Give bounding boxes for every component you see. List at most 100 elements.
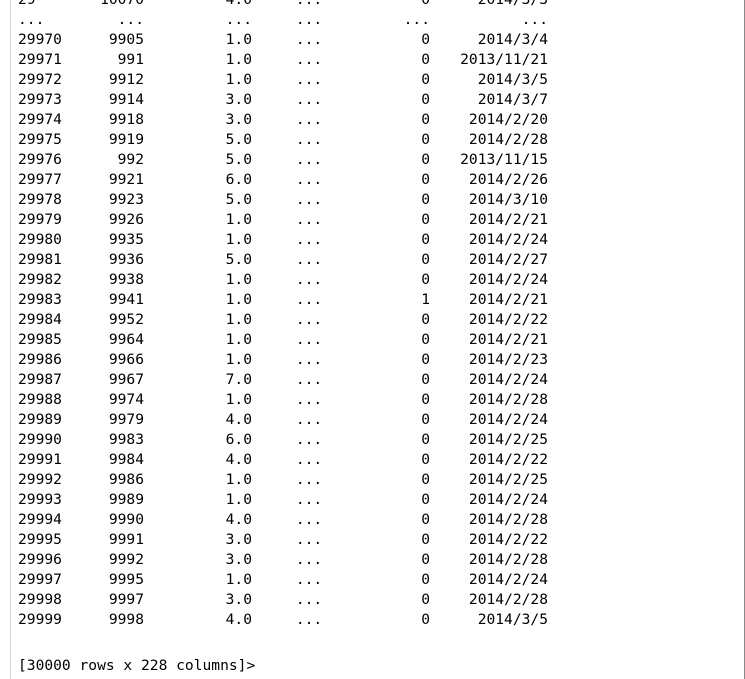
value-cell: 1.0 (225, 71, 252, 88)
id-cell: 9989 (108, 491, 144, 508)
date-cell: 2014/2/26 (468, 171, 548, 188)
flag-cell: 0 (421, 471, 430, 488)
id-cell: 9926 (108, 211, 144, 228)
value-cell: 1.0 (225, 291, 252, 308)
id-cell: 9941 (108, 291, 144, 308)
ellipsis-cell: ... (294, 0, 324, 10)
id-cell: 9935 (108, 231, 144, 248)
row-index-cell: 29978 (18, 191, 62, 208)
console-output[interactable]: 2910070 4.0... 0 2014/3/3..................… (0, 0, 745, 679)
table-row: 29976 992 5.0... 0 2013/11/15 (18, 150, 733, 170)
id-cell: 9991 (108, 531, 144, 548)
row-index-cell: 29972 (18, 71, 62, 88)
id-cell: 9995 (108, 571, 144, 588)
flag-cell: 0 (421, 331, 430, 348)
row-index-cell: 29982 (18, 271, 62, 288)
ellipsis-cell: ... (295, 211, 323, 228)
row-index-cell: 29975 (18, 131, 62, 148)
ellipsis-cell: ... (295, 371, 323, 388)
table-row: 29995 9991 3.0... 0 2014/2/22 (18, 530, 733, 550)
date-cell: 2014/3/3 (438, 0, 548, 10)
value-cell: 1.0 (225, 351, 252, 368)
id-cell: 9923 (108, 191, 144, 208)
flag-cell: 0 (421, 591, 430, 608)
value-cell: 1.0 (225, 231, 252, 248)
date-cell: 2014/2/20 (468, 111, 548, 128)
flag-cell: 0 (421, 231, 430, 248)
date-cell: 2014/2/27 (468, 251, 548, 268)
id-cell: 9992 (108, 551, 144, 568)
date-cell: 2014/2/24 (468, 411, 548, 428)
ellipsis-cell: ... (295, 331, 323, 348)
id-cell: 9921 (108, 171, 144, 188)
flag-cell: 0 (421, 191, 430, 208)
value-cell: 1.0 (225, 31, 252, 48)
row-index-cell: 29976 (18, 151, 62, 168)
ellipsis-cell: ... (295, 351, 323, 368)
value-cell: 3.0 (225, 531, 252, 548)
ellipsis-cell: ... (295, 171, 323, 188)
id-cell: 9997 (108, 591, 144, 608)
ellipsis-cell: ... (295, 291, 323, 308)
row-index-cell: 29992 (18, 471, 62, 488)
date-cell: 2014/2/22 (468, 451, 548, 468)
row-index-cell: 29995 (18, 531, 62, 548)
id-cell: 9998 (108, 611, 144, 628)
id-cell: 992 (117, 151, 144, 168)
table-row: 29980 9935 1.0... 0 2014/2/24 (18, 230, 733, 250)
table-row: 29989 9979 4.0... 0 2014/2/24 (18, 410, 733, 430)
flag-cell: 0 (421, 111, 430, 128)
table-row: 29993 9989 1.0... 0 2014/2/24 (18, 490, 733, 510)
table-row: 29981 9936 5.0... 0 2014/2/27 (18, 250, 733, 270)
flag-cell: 0 (421, 571, 430, 588)
value-cell: 4.0 (225, 511, 252, 528)
table-row: 29983 9941 1.0... 1 2014/2/21 (18, 290, 733, 310)
ellipsis-cell: ... (295, 271, 323, 288)
row-index-cell: 29977 (18, 171, 62, 188)
ellipsis-cell: ... (295, 71, 323, 88)
value-cell: 5.0 (225, 191, 252, 208)
flag-cell: 0 (421, 611, 430, 628)
ellipsis-cell: ... (295, 51, 323, 68)
table-row: 29997 9995 1.0... 0 2014/2/24 (18, 570, 733, 590)
flag-cell: 0 (421, 31, 430, 48)
value-cell: 1.0 (225, 311, 252, 328)
row-index-cell: ... (18, 11, 45, 28)
row-index-cell: 29973 (18, 91, 62, 108)
id-cell: ... (117, 11, 144, 28)
date-cell: 2014/2/24 (468, 231, 548, 248)
value-cell: 3.0 (225, 91, 252, 108)
value-cell: 7.0 (225, 371, 252, 388)
row-index-cell: 29974 (18, 111, 62, 128)
flag-cell: 0 (421, 411, 430, 428)
value-cell: 1.0 (225, 211, 252, 228)
row-index-cell: 29984 (18, 311, 62, 328)
ellipsis-cell: ... (295, 531, 323, 548)
date-cell: 2014/2/28 (468, 511, 548, 528)
id-cell: 9918 (108, 111, 144, 128)
row-index-cell: 29999 (18, 611, 62, 628)
date-cell: 2014/2/21 (468, 211, 548, 228)
value-cell: 1.0 (225, 331, 252, 348)
table-row: 29979 9926 1.0... 0 2014/2/21 (18, 210, 733, 230)
date-cell: 2014/2/28 (468, 551, 548, 568)
table-row: 29970 9905 1.0... 0 2014/3/4 (18, 30, 733, 50)
ellipsis-cell: ... (295, 191, 323, 208)
console-left-border (10, 0, 11, 679)
flag-cell: ... (403, 11, 430, 28)
row-index-cell: 29987 (18, 371, 62, 388)
flag-cell: 0 (421, 491, 430, 508)
table-row: 29975 9919 5.0... 0 2014/2/28 (18, 130, 733, 150)
value-cell: 4.0 (225, 411, 252, 428)
row-index-cell: 29994 (18, 511, 62, 528)
date-cell: 2014/2/22 (468, 311, 548, 328)
flag-cell: 0 (421, 251, 430, 268)
flag-cell: 0 (421, 531, 430, 548)
flag-cell: 0 (421, 351, 430, 368)
ellipsis-cell: ... (295, 131, 323, 148)
date-cell: 2014/2/25 (468, 471, 548, 488)
date-cell: 2014/2/24 (468, 271, 548, 288)
table-row: 29978 9923 5.0... 0 2014/3/10 (18, 190, 733, 210)
row-index-cell: 29991 (18, 451, 62, 468)
date-cell: 2014/3/5 (477, 71, 548, 88)
